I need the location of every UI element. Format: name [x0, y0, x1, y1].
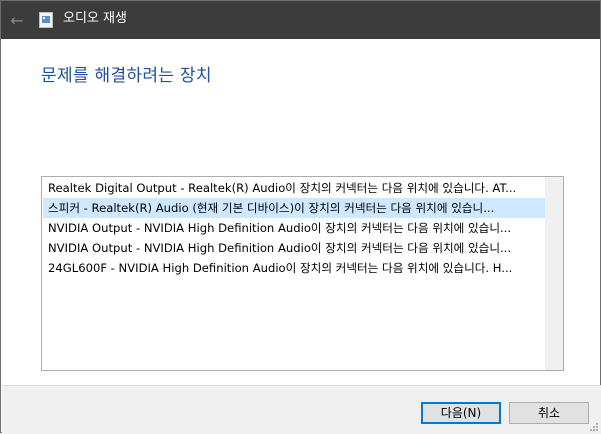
back-button[interactable]: ←: [1, 1, 33, 39]
resize-grip-icon[interactable]: [589, 422, 599, 432]
device-list-item[interactable]: NVIDIA Output - NVIDIA High Definition A…: [43, 218, 546, 238]
troubleshooter-window: ← 오디오 재생 문제를 해결하려는 장치 Realtek Digital Ou…: [0, 0, 601, 434]
title-bar: ← 오디오 재생: [1, 1, 600, 39]
next-button[interactable]: 다음(N): [421, 402, 501, 424]
device-list-item-selected[interactable]: 스피커 - Realtek(R) Audio (현재 기본 디바이스)이 장치의…: [43, 198, 546, 218]
device-list[interactable]: Realtek Digital Output - Realtek(R) Audi…: [41, 176, 564, 371]
footer-bar: 다음(N) 취소: [2, 385, 601, 434]
cancel-button[interactable]: 취소: [509, 402, 589, 424]
page-heading: 문제를 해결하려는 장치: [41, 66, 212, 86]
device-list-item[interactable]: NVIDIA Output - NVIDIA High Definition A…: [43, 238, 546, 258]
vertical-scrollbar[interactable]: [545, 177, 563, 370]
back-arrow-icon: ←: [10, 10, 24, 30]
device-list-item[interactable]: 24GL600F - NVIDIA High Definition Audio이…: [43, 258, 546, 278]
device-list-item[interactable]: Realtek Digital Output - Realtek(R) Audi…: [43, 178, 546, 198]
troubleshooter-app-icon: [39, 12, 53, 28]
window-title: 오디오 재생: [63, 11, 127, 26]
